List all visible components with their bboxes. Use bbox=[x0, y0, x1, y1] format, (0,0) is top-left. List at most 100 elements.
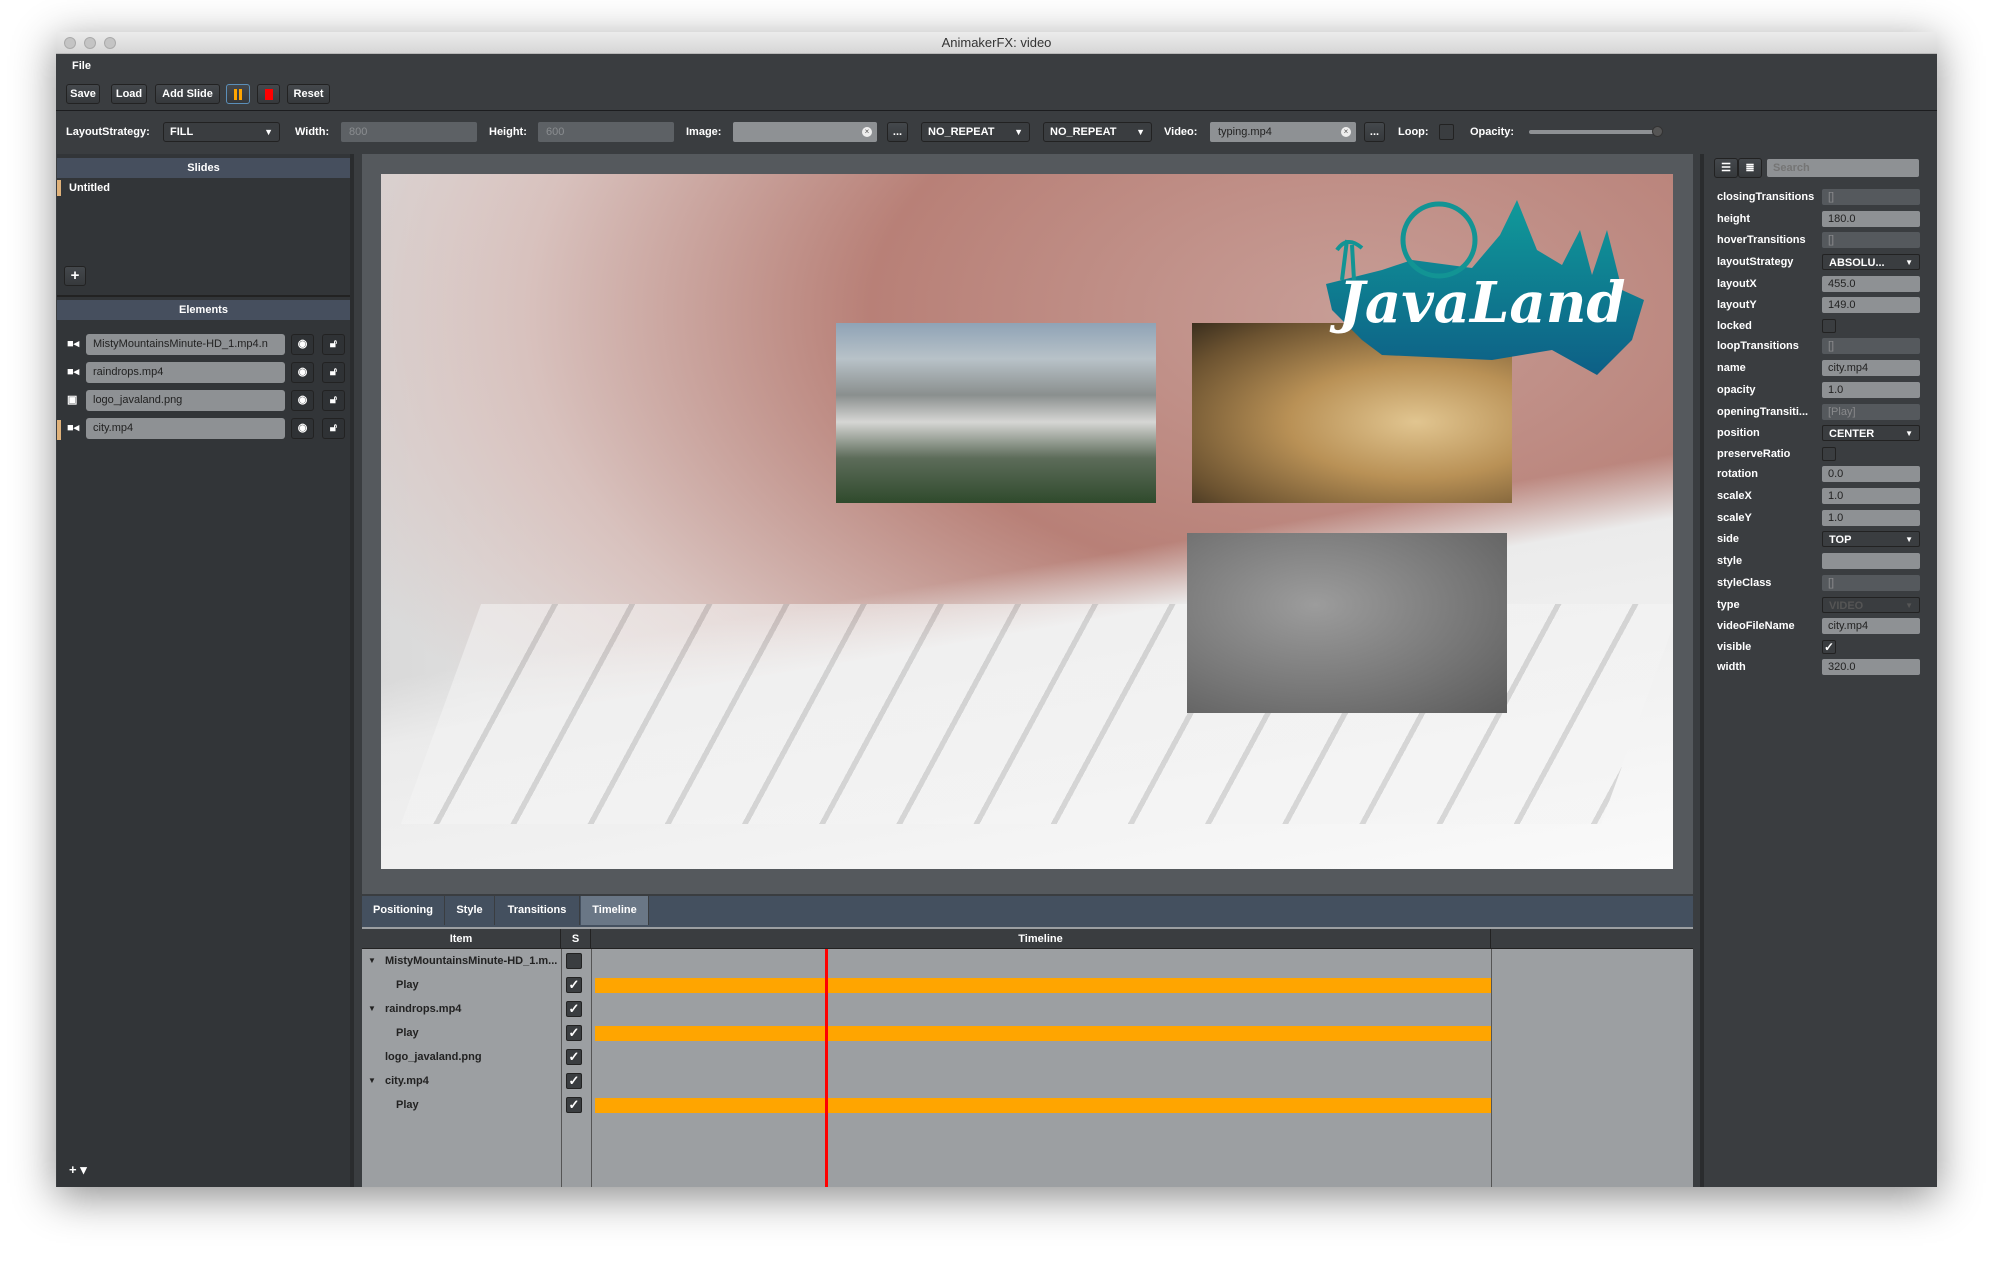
city-video-element[interactable] bbox=[836, 323, 1156, 503]
lock-toggle[interactable]: 🔓︎ bbox=[322, 362, 345, 383]
row-checkbox[interactable]: ✓ bbox=[566, 1073, 582, 1089]
lock-toggle[interactable]: 🔓︎ bbox=[322, 334, 345, 355]
tab-timeline[interactable]: Timeline bbox=[581, 896, 649, 925]
video-browse-button[interactable]: ... bbox=[1364, 122, 1385, 142]
property-checkbox[interactable] bbox=[1822, 446, 1836, 461]
layout-strategy-select[interactable]: FILL ▼ bbox=[163, 122, 280, 142]
save-button[interactable]: Save bbox=[66, 84, 100, 104]
row-checkbox[interactable]: ✓ bbox=[566, 1025, 582, 1041]
property-value[interactable]: 1.0 bbox=[1822, 509, 1920, 526]
property-value[interactable]: CENTER bbox=[1822, 425, 1920, 442]
zoom-window-button[interactable] bbox=[104, 37, 116, 49]
property-search-input[interactable] bbox=[1767, 159, 1919, 177]
transition-bar[interactable] bbox=[595, 978, 1491, 993]
timeline-row[interactable]: ▼ raindrops.mp4 ✓ bbox=[362, 997, 1693, 1021]
element-name-field[interactable]: logo_javaland.png bbox=[86, 390, 285, 411]
row-checkbox[interactable] bbox=[566, 953, 582, 969]
timeline-row[interactable]: Play ✓ bbox=[362, 1093, 1693, 1117]
property-value[interactable]: 180.0 bbox=[1822, 210, 1920, 227]
add-slide-button[interactable]: + bbox=[64, 266, 86, 286]
opacity-slider-thumb[interactable] bbox=[1652, 126, 1663, 137]
visibility-toggle[interactable]: ◉ bbox=[291, 390, 314, 411]
element-name-field[interactable]: city.mp4 bbox=[86, 418, 285, 439]
col-timeline[interactable]: Timeline bbox=[591, 929, 1491, 949]
timeline-row[interactable]: Play ✓ bbox=[362, 1021, 1693, 1045]
lock-toggle[interactable]: 🔓︎ bbox=[322, 390, 345, 411]
minimize-window-button[interactable] bbox=[84, 37, 96, 49]
tab-style[interactable]: Style bbox=[445, 896, 495, 925]
timeline-row[interactable]: ▼ MistyMountainsMinute-HD_1.m... bbox=[362, 949, 1693, 973]
timeline-row[interactable]: ▼ city.mp4 ✓ bbox=[362, 1069, 1693, 1093]
property-value[interactable]: ABSOLU... bbox=[1822, 253, 1920, 271]
add-element-menu[interactable]: + ▾ bbox=[69, 1160, 87, 1180]
property-value[interactable]: [] bbox=[1822, 188, 1920, 205]
timeline-row[interactable]: Play ✓ bbox=[362, 973, 1693, 997]
property-value[interactable]: 320.0 bbox=[1822, 659, 1920, 676]
pause-button[interactable] bbox=[226, 84, 250, 104]
loop-checkbox[interactable] bbox=[1439, 124, 1454, 140]
col-item[interactable]: Item bbox=[362, 929, 561, 949]
clear-icon[interactable]: × bbox=[1341, 127, 1351, 137]
reset-button[interactable]: Reset bbox=[287, 84, 330, 104]
property-value[interactable]: [] bbox=[1822, 232, 1920, 249]
property-value[interactable]: [] bbox=[1822, 338, 1920, 355]
expand-arrow-icon[interactable]: ▼ bbox=[368, 997, 376, 1021]
stop-button[interactable] bbox=[257, 84, 280, 104]
javaland-logo-element[interactable]: JavaLand bbox=[1322, 190, 1646, 376]
element-name-field[interactable]: raindrops.mp4 bbox=[86, 362, 285, 383]
image-browse-button[interactable]: ... bbox=[887, 122, 908, 142]
property-value[interactable]: TOP bbox=[1822, 531, 1920, 548]
property-checkbox[interactable] bbox=[1822, 318, 1836, 333]
expand-arrow-icon[interactable]: ▼ bbox=[368, 1069, 376, 1093]
clear-icon[interactable]: × bbox=[862, 127, 872, 137]
visibility-toggle[interactable]: ◉ bbox=[291, 334, 314, 355]
playhead[interactable] bbox=[825, 949, 828, 1187]
property-value[interactable]: [] bbox=[1822, 574, 1920, 591]
element-row[interactable]: ■◂ city.mp4 ◉ 🔓︎ bbox=[57, 418, 350, 440]
element-name-field[interactable]: MistyMountainsMinute-HD_1.mp4.n bbox=[86, 334, 285, 355]
transition-bar[interactable] bbox=[595, 1026, 1491, 1041]
video-input[interactable]: typing.mp4 × bbox=[1210, 122, 1356, 142]
property-value[interactable]: 0.0 bbox=[1822, 466, 1920, 483]
property-value[interactable]: 149.0 bbox=[1822, 297, 1920, 314]
tab-positioning[interactable]: Positioning bbox=[362, 896, 445, 925]
element-row[interactable]: ▣ logo_javaland.png ◉ 🔓︎ bbox=[57, 390, 350, 412]
opacity-slider[interactable] bbox=[1529, 130, 1655, 134]
timeline-row[interactable]: logo_javaland.png ✓ bbox=[362, 1045, 1693, 1069]
property-value[interactable]: city.mp4 bbox=[1822, 618, 1920, 635]
load-button[interactable]: Load bbox=[111, 84, 147, 104]
slide-item[interactable]: Untitled bbox=[69, 178, 110, 198]
property-value[interactable]: VIDEO bbox=[1822, 596, 1920, 614]
row-checkbox[interactable]: ✓ bbox=[566, 977, 582, 993]
expand-arrow-icon[interactable]: ▼ bbox=[368, 949, 376, 973]
visibility-toggle[interactable]: ◉ bbox=[291, 418, 314, 439]
tab-transitions[interactable]: Transitions bbox=[495, 896, 580, 925]
property-value[interactable] bbox=[1822, 553, 1920, 570]
row-checkbox[interactable]: ✓ bbox=[566, 1001, 582, 1017]
menu-file[interactable]: File bbox=[72, 56, 91, 76]
element-row[interactable]: ■◂ raindrops.mp4 ◉ 🔓︎ bbox=[57, 362, 350, 384]
row-checkbox[interactable]: ✓ bbox=[566, 1097, 582, 1113]
property-value[interactable]: 455.0 bbox=[1822, 275, 1920, 292]
transition-bar[interactable] bbox=[595, 1098, 1491, 1113]
property-checkbox[interactable]: ✓ bbox=[1822, 639, 1836, 654]
raindrops-video-element[interactable] bbox=[1187, 533, 1507, 713]
element-row[interactable]: ■◂ MistyMountainsMinute-HD_1.mp4.n ◉ 🔓︎ bbox=[57, 334, 350, 356]
repeat-y-select[interactable]: NO_REPEAT ▼ bbox=[1043, 122, 1152, 142]
row-checkbox[interactable]: ✓ bbox=[566, 1049, 582, 1065]
col-s[interactable]: S bbox=[561, 929, 591, 949]
visibility-toggle[interactable]: ◉ bbox=[291, 362, 314, 383]
add-slide-button[interactable]: Add Slide bbox=[155, 84, 220, 104]
close-window-button[interactable] bbox=[64, 37, 76, 49]
width-input[interactable]: 800 bbox=[341, 122, 477, 142]
property-value[interactable]: [Play] bbox=[1822, 403, 1920, 420]
height-input[interactable]: 600 bbox=[538, 122, 674, 142]
repeat-x-select[interactable]: NO_REPEAT ▼ bbox=[921, 122, 1030, 142]
lock-toggle[interactable]: 🔓︎ bbox=[322, 418, 345, 439]
tree-view-button[interactable]: ≣ bbox=[1738, 158, 1762, 178]
image-input[interactable]: × bbox=[733, 122, 877, 142]
property-value[interactable]: 1.0 bbox=[1822, 381, 1920, 398]
slide-preview-video[interactable]: JavaLand bbox=[381, 174, 1673, 869]
property-value[interactable]: 1.0 bbox=[1822, 488, 1920, 505]
property-value[interactable]: city.mp4 bbox=[1822, 360, 1920, 377]
